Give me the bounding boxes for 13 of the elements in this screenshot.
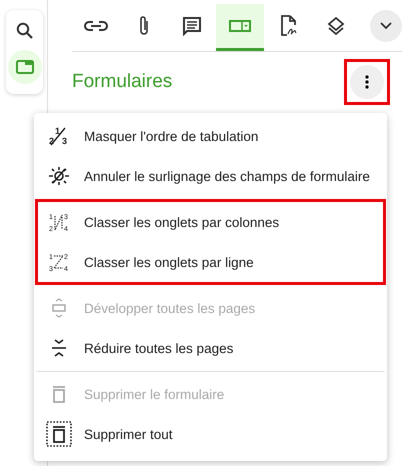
form-icon [16,59,34,75]
chevron-down-button[interactable] [370,10,402,42]
highlight-off-icon [46,166,72,186]
menu-item[interactable]: Réduire toutes les pages [38,328,383,368]
form-field-icon[interactable] [216,4,264,51]
more-options-button[interactable] [350,65,384,99]
search-icon [16,22,34,40]
chevron-down-icon [380,22,392,30]
trash-all-icon [46,421,72,447]
panel-title: Formulaires [72,71,172,93]
menu-item[interactable]: Annuler le surlignage des champs de formulaire [38,156,383,196]
menu-item[interactable]: Supprimer tout [38,414,383,454]
more-icon [365,75,369,89]
